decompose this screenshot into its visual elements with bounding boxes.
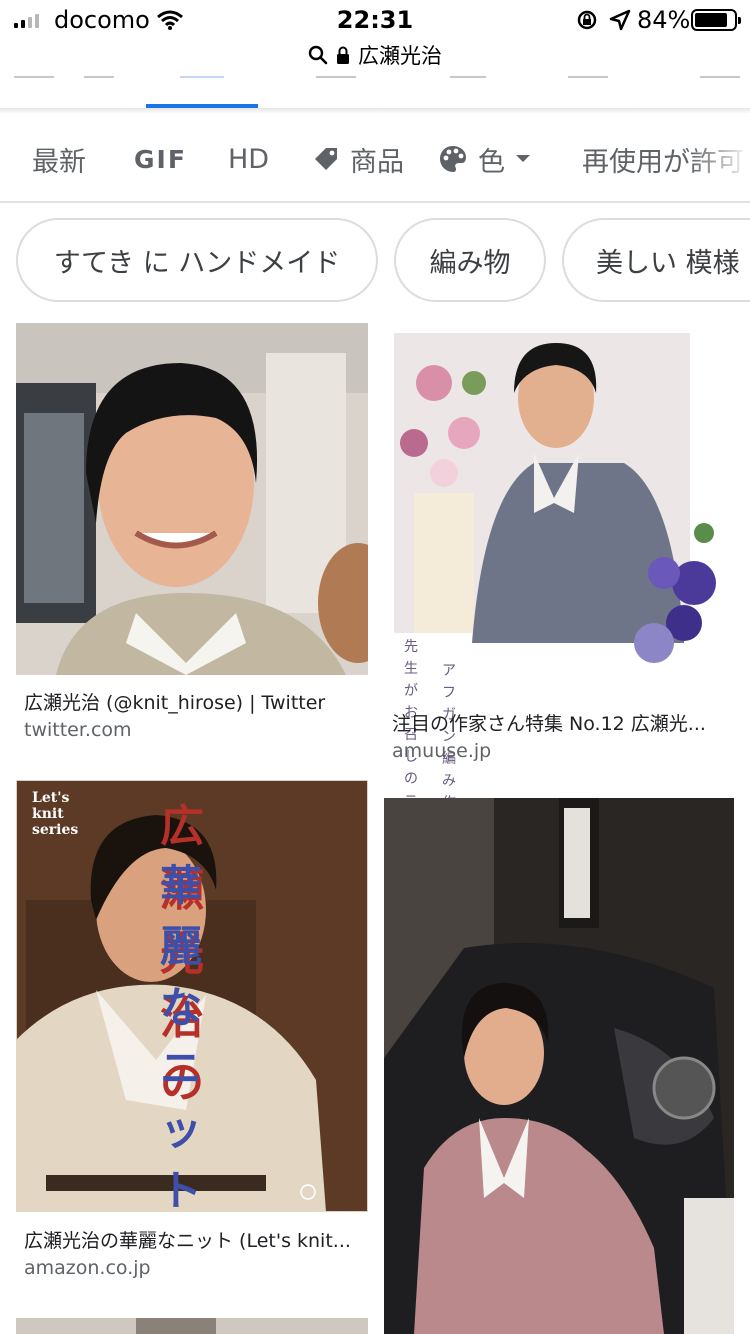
related-chips: すてき に ハンドメイド 編み物 美しい 模様 [0, 218, 750, 304]
filter-label: 色 [478, 146, 505, 178]
search-icon [308, 45, 328, 65]
filter-label: GIF [134, 144, 187, 174]
result-image[interactable] [384, 798, 734, 1334]
filter-hd[interactable]: HD [228, 116, 269, 202]
result-image[interactable] [16, 323, 368, 675]
chip-label: すてき に ハンドメイド [53, 247, 341, 279]
fade-overlay [690, 116, 750, 202]
filter-label: HD [228, 143, 270, 175]
battery-icon [691, 9, 741, 31]
status-bar: docomo 22:31 84% [0, 0, 750, 40]
cover-series-text: Let's knit series [32, 790, 79, 838]
tab-images-partial[interactable] [180, 72, 224, 78]
url-query: 広瀬光治 [358, 44, 442, 68]
tab-partial[interactable] [568, 72, 608, 78]
tabs-shadow [0, 108, 750, 114]
filter-gif[interactable]: GIF [134, 116, 187, 202]
tag-icon [315, 148, 337, 170]
filter-products[interactable]: 商品 [312, 116, 404, 202]
result-title[interactable]: 注目の作家さん特集 No.12 広瀬光... [392, 709, 730, 736]
divider [0, 201, 750, 203]
filter-bar: 最新 GIF HD 商品 色 再使用が許可 [0, 116, 750, 202]
filter-recent[interactable]: 最新 [32, 116, 86, 202]
lock-icon [337, 46, 349, 64]
filter-label: 商品 [350, 146, 404, 178]
chip-label: 美しい 模様 [596, 247, 740, 279]
search-tabs [0, 72, 750, 110]
result-image[interactable] [16, 1318, 368, 1334]
chip-handmade[interactable]: すてき に ハンドメイド [16, 218, 378, 302]
result-title[interactable]: 広瀬光治 (@knit_hirose) | Twitter [24, 688, 364, 715]
chip-knitting[interactable]: 編み物 [394, 218, 546, 302]
result-source: twitter.com [24, 719, 132, 741]
filter-color[interactable]: 色 [438, 116, 531, 202]
palette-icon [440, 146, 466, 172]
tab-partial[interactable] [450, 72, 486, 78]
tab-partial[interactable] [84, 72, 114, 78]
cover-title-line: 華麗なニット [160, 861, 203, 1215]
result-image[interactable] [384, 323, 734, 695]
chip-pattern[interactable]: 美しい 模様 [562, 218, 750, 302]
battery-percent: 84% [637, 6, 691, 34]
url-bar[interactable]: 広瀬光治 [0, 38, 750, 72]
chip-label: 編み物 [429, 247, 511, 279]
filter-label: 最新 [32, 146, 86, 178]
location-arrow-icon [609, 9, 631, 31]
result-source: amuuse.jp [392, 740, 492, 762]
result-source: amazon.co.jp [24, 1257, 151, 1279]
rotation-lock-icon [577, 10, 597, 30]
tab-partial[interactable] [700, 72, 740, 78]
tab-partial[interactable] [14, 72, 54, 78]
tab-partial[interactable] [316, 72, 356, 78]
result-title[interactable]: 広瀬光治の華麗なニット (Let's knit... [24, 1226, 364, 1253]
dropdown-arrow-icon [516, 155, 530, 162]
